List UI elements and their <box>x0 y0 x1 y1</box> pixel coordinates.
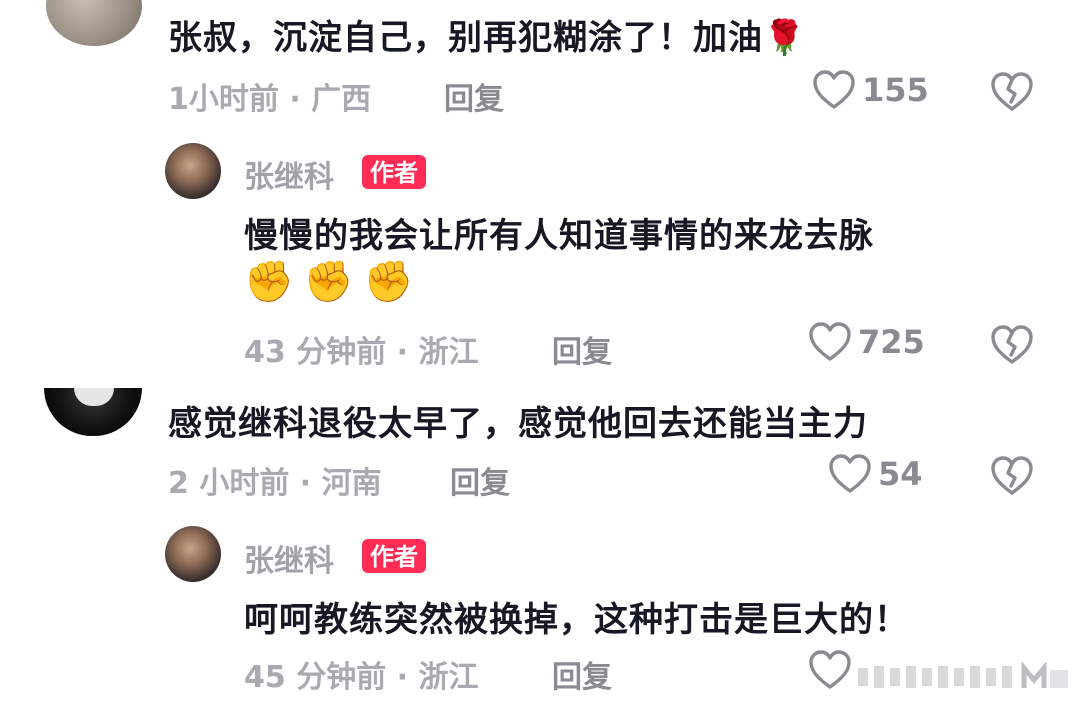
comment-meta: 1小时前 · 广西 <box>168 82 372 117</box>
author-avatar[interactable] <box>165 143 221 199</box>
reply-text: 呵呵教练突然被换掉，这种打击是巨大的！ <box>244 600 909 640</box>
like-count: 54 <box>878 455 923 493</box>
author-badge: 作者 <box>362 155 426 189</box>
author-badge: 作者 <box>362 539 426 573</box>
like-count: 155 <box>862 71 929 109</box>
heart-outline-icon[interactable] <box>808 650 852 690</box>
reply-text: 慢慢的我会让所有人知道事情的来龙去脉 <box>244 216 874 256</box>
reply-author-name[interactable]: 张继科 <box>244 152 334 196</box>
heart-outline-icon <box>829 454 871 493</box>
commenter-avatar[interactable] <box>44 388 142 436</box>
like-button[interactable]: 54 <box>828 454 923 494</box>
broken-heart-icon[interactable] <box>990 325 1034 365</box>
like-count: 725 <box>858 323 925 361</box>
reply-author-name[interactable]: 张继科 <box>244 536 334 580</box>
fist-emoji: ✊ <box>303 259 354 305</box>
fist-emoji: ✊ <box>363 259 414 305</box>
like-button[interactable]: 155 <box>812 70 929 110</box>
rose-emoji: 🌹 <box>763 18 807 58</box>
author-avatar[interactable] <box>165 526 221 582</box>
broken-heart-icon[interactable] <box>990 72 1034 112</box>
commenter-avatar[interactable] <box>46 0 142 46</box>
broken-heart-icon[interactable] <box>990 456 1034 496</box>
heart-outline-icon <box>809 322 851 361</box>
reply-button[interactable]: 回复 <box>450 458 510 502</box>
reply-button[interactable]: 回复 <box>552 652 612 696</box>
reply-emoji-row: ✊ ✊ ✊ <box>244 258 413 306</box>
comment-meta: 2 小时前 · 河南 <box>168 466 382 501</box>
heart-outline-icon <box>813 70 855 109</box>
comment-text: 感觉继科退役太早了，感觉他回去还能当主力 <box>168 404 868 444</box>
reply-button[interactable]: 回复 <box>552 327 612 371</box>
comment-text: 张叔，沉淀自己，别再犯糊涂了！加油🌹 <box>168 10 806 59</box>
watermark-logo <box>852 662 1072 692</box>
fist-emoji: ✊ <box>244 259 294 305</box>
reply-button[interactable]: 回复 <box>444 74 504 118</box>
reply-meta: 45 分钟前 · 浙江 <box>244 660 479 695</box>
like-button[interactable]: 725 <box>808 322 925 362</box>
comment-text-content: 张叔，沉淀自己，别再犯糊涂了！加油 <box>168 18 763 58</box>
reply-meta: 43 分钟前 · 浙江 <box>244 335 479 370</box>
